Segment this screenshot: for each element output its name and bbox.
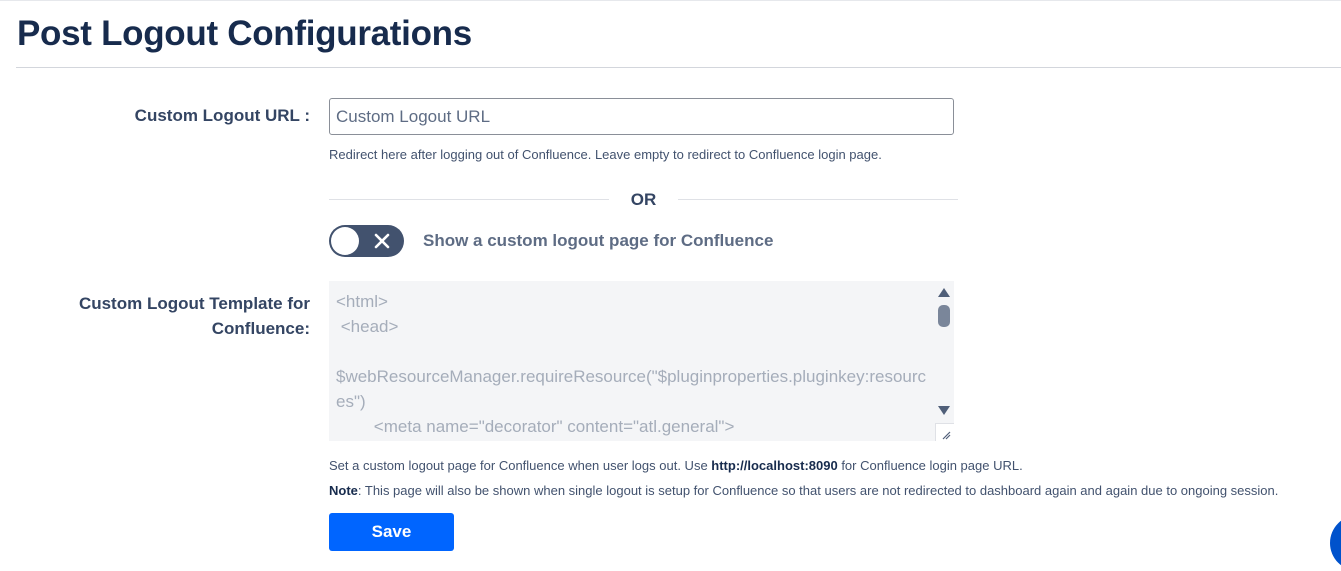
- resize-grip-icon: [942, 431, 951, 440]
- or-line-right: [678, 199, 958, 200]
- custom-logout-url-input[interactable]: [329, 98, 954, 135]
- toggle-knob: [331, 227, 359, 255]
- title-divider: [16, 67, 1341, 68]
- or-text: OR: [630, 190, 657, 209]
- template-help: Set a custom logout page for Confluence …: [329, 458, 1023, 473]
- login-url-text: http://localhost:8090: [711, 458, 838, 473]
- note-text: : This page will also be shown when sing…: [357, 483, 1279, 498]
- template-help-suffix: for Confluence login page URL.: [837, 458, 1023, 473]
- custom-logout-url-help: Redirect here after logging out of Confl…: [329, 147, 882, 162]
- custom-logout-url-label: Custom Logout URL :: [134, 106, 310, 125]
- custom-logout-template-textarea[interactable]: <html> <head> $webResourceManager.requir…: [329, 281, 954, 441]
- scroll-up-arrow-icon[interactable]: [938, 288, 950, 297]
- page-title: Post Logout Configurations: [17, 14, 472, 53]
- save-button[interactable]: Save: [329, 513, 454, 551]
- template-help-prefix: Set a custom logout page for Confluence …: [329, 458, 712, 473]
- template-label-line2: Confluence:: [211, 319, 310, 338]
- top-border: [0, 0, 1341, 1]
- resize-handle-icon[interactable]: [935, 423, 954, 441]
- template-content[interactable]: <html> <head> $webResourceManager.requir…: [336, 289, 932, 439]
- chat-widget-button[interactable]: [1330, 515, 1341, 571]
- note-label: Note: [329, 483, 358, 498]
- custom-logout-page-toggle-label: Show a custom logout page for Confluence: [423, 231, 774, 250]
- template-scrollbar[interactable]: [934, 281, 954, 441]
- scrollbar-thumb[interactable]: [938, 305, 950, 327]
- custom-logout-template-label: Custom Logout Template for Confluence:: [40, 291, 310, 341]
- or-divider: OR: [329, 188, 958, 212]
- template-note: Note: This page will also be shown when …: [329, 483, 1278, 498]
- custom-logout-page-toggle[interactable]: [329, 225, 404, 257]
- template-label-line1: Custom Logout Template for: [78, 294, 310, 313]
- close-icon: [374, 233, 390, 249]
- scroll-down-arrow-icon[interactable]: [938, 406, 950, 415]
